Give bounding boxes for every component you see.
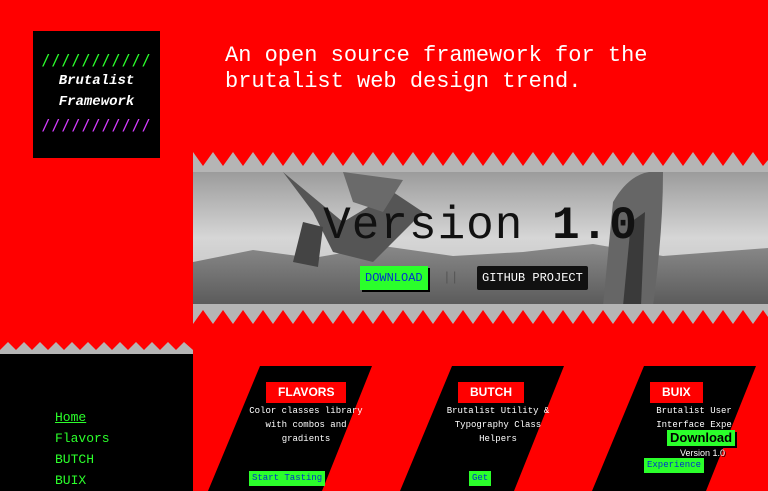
card-butch: BUTCH Brutalist Utility & Typography Cla… [390,366,590,491]
logo-top-slashes: /////////// [41,51,152,69]
card-buix-title: BUIX [650,382,703,403]
version-number: 1.0 [552,200,638,252]
start-tasting-button[interactable]: Start Tasting [249,471,326,486]
card-flavors-description: Color classes library with combos and gr… [249,406,363,444]
version-heading: Version 1.0 [193,200,768,252]
get-butch-button[interactable]: Get [469,471,492,486]
nav-buix-link[interactable]: BUIX [55,473,86,489]
logo-name-line1: Brutalist [58,73,135,89]
logo-bottom-slashes: /////////// [41,116,152,134]
card-buix: BUIX Brutalist User Interface Expe Exper… [582,366,768,491]
hero-banner: Version 1.0 DOWNLOAD || GITHUB PROJECT [193,152,768,324]
experience-button[interactable]: Experience [644,458,705,473]
logo[interactable]: /////////// Brutalist Framework ////////… [33,31,160,158]
nav-home-link[interactable]: Home [55,410,86,426]
card-flavors-title: FLAVORS [266,382,347,403]
tagline: An open source framework for the brutali… [225,43,648,94]
button-separator: || [443,270,459,285]
card-butch-description: Brutalist Utility & Typography Class Hel… [446,406,550,444]
logo-name-line2: Framework [58,94,135,110]
nav-butch-link[interactable]: BUTCH [55,452,94,468]
download-button[interactable]: DOWNLOAD [360,266,428,290]
buix-version-label: Version 1.0 [680,448,726,458]
nav-flavors-link[interactable]: Flavors [55,431,110,447]
github-project-button[interactable]: GITHUB PROJECT [477,266,588,290]
version-label: Version [323,200,524,252]
sidebar-nav: Home Flavors BUTCH BUIX [0,360,193,491]
card-buix-description: Brutalist User Interface Expe [656,406,732,430]
card-butch-title: BUTCH [458,382,524,403]
card-flavors: FLAVORS Color classes library with combo… [198,366,398,491]
buix-download-badge[interactable]: Download [667,430,736,446]
sidebar-zigzag-border [0,342,193,360]
